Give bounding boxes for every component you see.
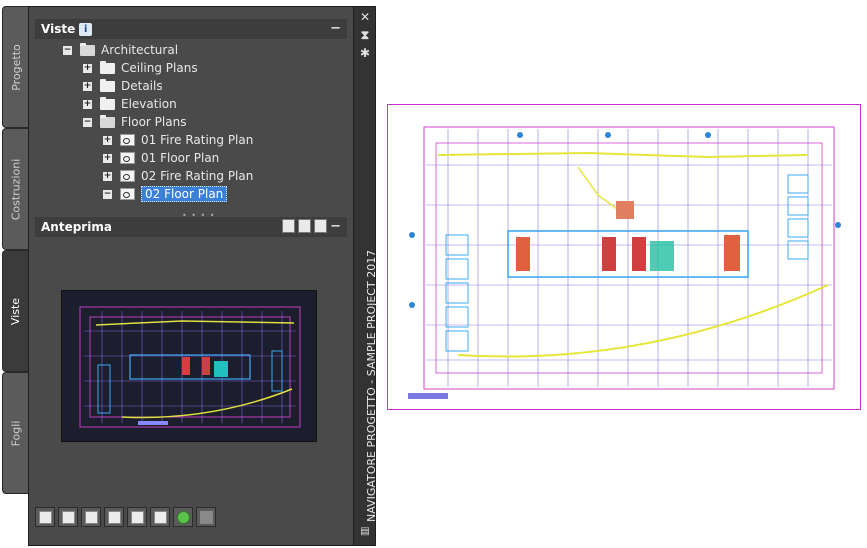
view-icon [120, 188, 135, 200]
expand-icon[interactable]: + [103, 171, 112, 181]
palette-title-text: NAVIGATORE PROGETTO - SAMPLE PROJECT 201… [365, 249, 378, 522]
tree-item-label: 01 Fire Rating Plan [141, 133, 254, 147]
preview-tools [282, 219, 327, 233]
tab-progetto-label: Progetto [9, 43, 23, 91]
folder-icon [100, 60, 115, 74]
floor-plan-drawing[interactable] [387, 104, 861, 410]
preview-detail-icon[interactable] [298, 219, 311, 233]
refresh-icon[interactable] [173, 507, 193, 527]
tree-item-label-selected: 02 Floor Plan [141, 186, 228, 202]
tree-item-02-fire-rating-plan[interactable]: + 02 Fire Rating Plan [103, 167, 253, 185]
tab-viste-label: Viste [9, 297, 23, 325]
tab-costruzioni-label: Costruzioni [9, 158, 23, 220]
collapse-icon[interactable]: − [103, 189, 112, 199]
view-icon [120, 152, 135, 164]
preview-panel-header[interactable]: Anteprima − [35, 217, 347, 237]
tab-fogli-label: Fogli [9, 420, 23, 446]
project-navigator-palette: Viste i − − Architectural + Ceiling Plans… [28, 6, 378, 546]
tab-viste[interactable]: Viste [2, 250, 29, 372]
side-tab-bar: Progetto Costruzioni Viste Fogli [0, 6, 30, 496]
tree-item-label: 02 Fire Rating Plan [141, 169, 254, 183]
expand-icon[interactable]: + [83, 81, 92, 91]
settings-icon[interactable]: ✱ [357, 46, 373, 60]
palette-title-strip[interactable]: ✕ ⧗ ✱ NAVIGATORE PROGETTO - SAMPLE PROJE… [353, 7, 378, 545]
tree-item-label: 01 Floor Plan [141, 151, 220, 165]
expand-icon[interactable]: + [83, 63, 92, 73]
stage: Progetto Costruzioni Viste Fogli Viste i … [0, 0, 867, 548]
view-icon [120, 170, 135, 182]
tree-item-details[interactable]: + Details [83, 77, 163, 95]
tab-progetto[interactable]: Progetto [2, 6, 29, 128]
new-detail-view-icon[interactable] [81, 507, 101, 527]
insert-view-icon[interactable] [150, 507, 170, 527]
open-view-icon[interactable] [127, 507, 147, 527]
palette-title: NAVIGATORE PROGETTO - SAMPLE PROJECT 201… [357, 147, 378, 527]
views-tree: − Architectural + Ceiling Plans + Detail… [35, 39, 335, 207]
preview-image-icon[interactable] [314, 219, 327, 233]
preview-collapse-button[interactable]: − [330, 217, 341, 237]
info-icon[interactable]: i [79, 23, 93, 36]
folder-open-icon [80, 42, 95, 56]
folder-icon [100, 78, 115, 92]
tree-item-elevation[interactable]: + Elevation [83, 95, 177, 113]
new-model-view-icon[interactable] [58, 507, 78, 527]
tree-item-label: Elevation [121, 97, 177, 111]
tree-item-01-fire-rating-plan[interactable]: + 01 Fire Rating Plan [103, 131, 253, 149]
tab-fogli[interactable]: Fogli [2, 372, 29, 494]
preview-panel-title: Anteprima [41, 220, 112, 234]
close-icon[interactable]: ✕ [357, 10, 373, 24]
tree-item-label: Details [121, 79, 163, 93]
tree-item-architectural[interactable]: − Architectural [63, 41, 178, 59]
tree-item-02-floor-plan[interactable]: − 02 Floor Plan [103, 185, 228, 203]
collapse-icon[interactable]: − [63, 45, 72, 55]
autohide-icon[interactable]: ⧗ [357, 28, 373, 42]
tree-item-label: Ceiling Plans [121, 61, 198, 75]
panel-splitter[interactable]: • • • • [35, 210, 347, 220]
floor-plan-image [408, 126, 841, 399]
new-view-icon[interactable] [35, 507, 55, 527]
views-panel-title: Viste [41, 22, 76, 36]
tree-item-floor-plans[interactable]: − Floor Plans [83, 113, 186, 131]
views-collapse-button[interactable]: − [330, 19, 341, 39]
expand-icon[interactable]: + [103, 135, 112, 145]
folder-icon [100, 96, 115, 110]
view-icon [120, 134, 135, 146]
expand-icon[interactable]: + [83, 99, 92, 109]
expand-icon[interactable]: + [103, 153, 112, 163]
tree-item-label: Floor Plans [121, 115, 187, 129]
views-toolbar [35, 507, 216, 527]
palette-menu-icon[interactable]: ▤ [357, 525, 373, 539]
preview-floor-plan-image [79, 306, 301, 428]
tab-costruzioni[interactable]: Costruzioni [2, 128, 29, 250]
tree-item-label: Architectural [101, 43, 179, 57]
views-panel-header[interactable]: Viste i − [35, 19, 347, 39]
folder-open-icon [100, 114, 115, 128]
tree-item-01-floor-plan[interactable]: + 01 Floor Plan [103, 149, 219, 167]
tree-item-ceiling-plans[interactable]: + Ceiling Plans [83, 59, 198, 77]
preview-thumbnail [61, 290, 317, 442]
preview-mode-icon[interactable] [282, 219, 295, 233]
repath-icon[interactable] [196, 507, 216, 527]
properties-icon[interactable] [104, 507, 124, 527]
collapse-icon[interactable]: − [83, 117, 92, 127]
